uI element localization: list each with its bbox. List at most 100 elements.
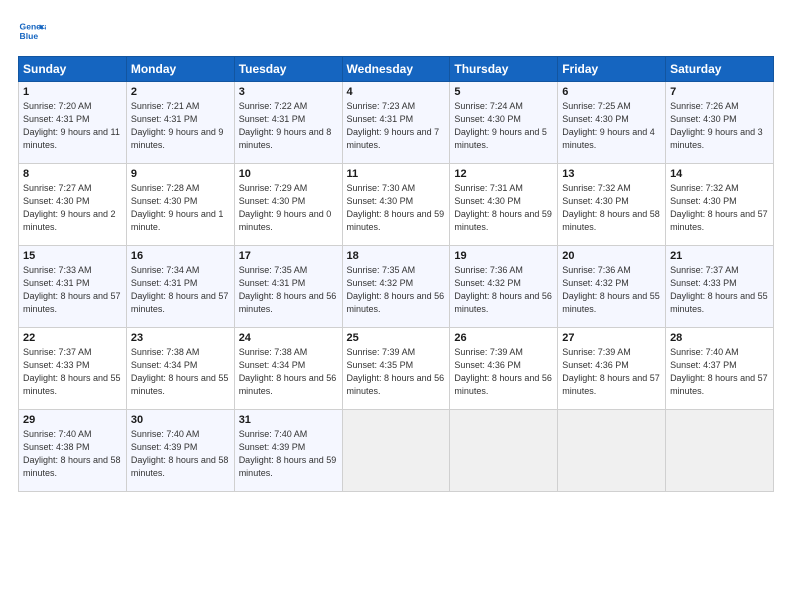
calendar-cell: 25Sunrise: 7:39 AMSunset: 4:35 PMDayligh…	[342, 328, 450, 410]
day-info: Sunrise: 7:32 AMSunset: 4:30 PMDaylight:…	[562, 182, 661, 234]
calendar-cell: 22Sunrise: 7:37 AMSunset: 4:33 PMDayligh…	[19, 328, 127, 410]
day-number: 29	[23, 414, 122, 426]
logo: General Blue	[18, 18, 50, 46]
day-number: 12	[454, 168, 553, 180]
day-info: Sunrise: 7:35 AMSunset: 4:32 PMDaylight:…	[347, 264, 446, 316]
day-number: 28	[670, 332, 769, 344]
calendar-cell: 9 Sunrise: 7:28 AMSunset: 4:30 PMDaylight…	[126, 164, 234, 246]
calendar-cell: 3Sunrise: 7:22 AMSunset: 4:31 PMDaylight…	[234, 82, 342, 164]
day-info: Sunrise: 7:36 AMSunset: 4:32 PMDaylight:…	[454, 264, 553, 316]
day-number: 14	[670, 168, 769, 180]
day-info: Sunrise: 7:20 AMSunset: 4:31 PMDaylight:…	[23, 100, 122, 152]
calendar-cell: 29 Sunrise: 7:40 AMSunset: 4:38 PMDayligh…	[19, 410, 127, 492]
day-info: Sunrise: 7:40 AMSunset: 4:38 PMDaylight:…	[23, 428, 122, 480]
day-number: 6	[562, 86, 661, 98]
calendar-week-row: 22Sunrise: 7:37 AMSunset: 4:33 PMDayligh…	[19, 328, 774, 410]
calendar-cell: 18 Sunrise: 7:35 AMSunset: 4:32 PMDayligh…	[342, 246, 450, 328]
day-number: 23	[131, 332, 230, 344]
day-number: 30	[131, 414, 230, 426]
day-number: 5	[454, 86, 553, 98]
calendar-cell	[666, 410, 774, 492]
calendar-cell: 27 Sunrise: 7:39 AMSunset: 4:36 PMDayligh…	[558, 328, 666, 410]
weekday-header: Thursday	[450, 57, 558, 82]
calendar-cell: 10 Sunrise: 7:29 AMSunset: 4:30 PMDayligh…	[234, 164, 342, 246]
day-info: Sunrise: 7:40 AMSunset: 4:39 PMDaylight:…	[131, 428, 230, 480]
calendar-week-row: 8 Sunrise: 7:27 AMSunset: 4:30 PMDaylight…	[19, 164, 774, 246]
day-info: Sunrise: 7:40 AMSunset: 4:37 PMDaylight:…	[670, 346, 769, 398]
calendar-cell: 21 Sunrise: 7:37 AMSunset: 4:33 PMDayligh…	[666, 246, 774, 328]
calendar-cell: 20 Sunrise: 7:36 AMSunset: 4:32 PMDayligh…	[558, 246, 666, 328]
calendar-cell: 15 Sunrise: 7:33 AMSunset: 4:31 PMDayligh…	[19, 246, 127, 328]
day-number: 18	[347, 250, 446, 262]
calendar-cell	[450, 410, 558, 492]
day-info: Sunrise: 7:22 AMSunset: 4:31 PMDaylight:…	[239, 100, 338, 152]
day-info: Sunrise: 7:29 AMSunset: 4:30 PMDaylight:…	[239, 182, 338, 234]
day-info: Sunrise: 7:36 AMSunset: 4:32 PMDaylight:…	[562, 264, 661, 316]
weekday-header: Saturday	[666, 57, 774, 82]
weekday-header: Wednesday	[342, 57, 450, 82]
calendar-cell: 31Sunrise: 7:40 AMSunset: 4:39 PMDayligh…	[234, 410, 342, 492]
day-number: 20	[562, 250, 661, 262]
day-number: 15	[23, 250, 122, 262]
day-number: 7	[670, 86, 769, 98]
day-number: 4	[347, 86, 446, 98]
calendar-cell: 19 Sunrise: 7:36 AMSunset: 4:32 PMDayligh…	[450, 246, 558, 328]
day-number: 21	[670, 250, 769, 262]
day-info: Sunrise: 7:39 AMSunset: 4:36 PMDaylight:…	[454, 346, 553, 398]
day-info: Sunrise: 7:27 AMSunset: 4:30 PMDaylight:…	[23, 182, 122, 234]
calendar-cell	[558, 410, 666, 492]
day-info: Sunrise: 7:28 AMSunset: 4:30 PMDaylight:…	[131, 182, 230, 234]
day-number: 17	[239, 250, 338, 262]
day-info: Sunrise: 7:21 AMSunset: 4:31 PMDaylight:…	[131, 100, 230, 152]
day-number: 10	[239, 168, 338, 180]
calendar-cell: 7 Sunrise: 7:26 AMSunset: 4:30 PMDaylight…	[666, 82, 774, 164]
weekday-header: Monday	[126, 57, 234, 82]
calendar-cell: 2 Sunrise: 7:21 AMSunset: 4:31 PMDaylight…	[126, 82, 234, 164]
logo-icon: General Blue	[18, 18, 46, 46]
calendar-cell: 14Sunrise: 7:32 AMSunset: 4:30 PMDayligh…	[666, 164, 774, 246]
day-number: 9	[131, 168, 230, 180]
calendar-cell: 11 Sunrise: 7:30 AMSunset: 4:30 PMDayligh…	[342, 164, 450, 246]
calendar-page: General Blue SundayMondayTuesdayWednesda…	[0, 0, 792, 612]
calendar-cell: 4 Sunrise: 7:23 AMSunset: 4:31 PMDaylight…	[342, 82, 450, 164]
day-number: 2	[131, 86, 230, 98]
day-number: 24	[239, 332, 338, 344]
day-number: 19	[454, 250, 553, 262]
calendar-cell: 26 Sunrise: 7:39 AMSunset: 4:36 PMDayligh…	[450, 328, 558, 410]
day-info: Sunrise: 7:38 AMSunset: 4:34 PMDaylight:…	[131, 346, 230, 398]
day-info: Sunrise: 7:25 AMSunset: 4:30 PMDaylight:…	[562, 100, 661, 152]
day-number: 11	[347, 168, 446, 180]
header: General Blue	[18, 18, 774, 46]
day-number: 1	[23, 86, 122, 98]
calendar-cell: 28 Sunrise: 7:40 AMSunset: 4:37 PMDayligh…	[666, 328, 774, 410]
day-number: 16	[131, 250, 230, 262]
calendar-week-row: 15 Sunrise: 7:33 AMSunset: 4:31 PMDayligh…	[19, 246, 774, 328]
calendar-body: 1 Sunrise: 7:20 AMSunset: 4:31 PMDaylight…	[19, 82, 774, 492]
day-number: 26	[454, 332, 553, 344]
calendar-week-row: 29 Sunrise: 7:40 AMSunset: 4:38 PMDayligh…	[19, 410, 774, 492]
day-info: Sunrise: 7:26 AMSunset: 4:30 PMDaylight:…	[670, 100, 769, 152]
calendar-cell: 5 Sunrise: 7:24 AMSunset: 4:30 PMDaylight…	[450, 82, 558, 164]
day-info: Sunrise: 7:31 AMSunset: 4:30 PMDaylight:…	[454, 182, 553, 234]
day-info: Sunrise: 7:24 AMSunset: 4:30 PMDaylight:…	[454, 100, 553, 152]
calendar-cell: 16 Sunrise: 7:34 AMSunset: 4:31 PMDayligh…	[126, 246, 234, 328]
calendar-cell: 6 Sunrise: 7:25 AMSunset: 4:30 PMDaylight…	[558, 82, 666, 164]
weekday-header: Sunday	[19, 57, 127, 82]
day-info: Sunrise: 7:39 AMSunset: 4:36 PMDaylight:…	[562, 346, 661, 398]
calendar-header: SundayMondayTuesdayWednesdayThursdayFrid…	[19, 57, 774, 82]
day-number: 27	[562, 332, 661, 344]
calendar-cell: 30 Sunrise: 7:40 AMSunset: 4:39 PMDayligh…	[126, 410, 234, 492]
header-row: SundayMondayTuesdayWednesdayThursdayFrid…	[19, 57, 774, 82]
day-number: 8	[23, 168, 122, 180]
day-info: Sunrise: 7:23 AMSunset: 4:31 PMDaylight:…	[347, 100, 446, 152]
day-info: Sunrise: 7:34 AMSunset: 4:31 PMDaylight:…	[131, 264, 230, 316]
day-info: Sunrise: 7:37 AMSunset: 4:33 PMDaylight:…	[23, 346, 122, 398]
day-info: Sunrise: 7:37 AMSunset: 4:33 PMDaylight:…	[670, 264, 769, 316]
calendar-cell	[342, 410, 450, 492]
calendar-cell: 1 Sunrise: 7:20 AMSunset: 4:31 PMDaylight…	[19, 82, 127, 164]
day-info: Sunrise: 7:33 AMSunset: 4:31 PMDaylight:…	[23, 264, 122, 316]
day-info: Sunrise: 7:30 AMSunset: 4:30 PMDaylight:…	[347, 182, 446, 234]
calendar-cell: 8 Sunrise: 7:27 AMSunset: 4:30 PMDaylight…	[19, 164, 127, 246]
day-number: 13	[562, 168, 661, 180]
day-info: Sunrise: 7:35 AMSunset: 4:31 PMDaylight:…	[239, 264, 338, 316]
